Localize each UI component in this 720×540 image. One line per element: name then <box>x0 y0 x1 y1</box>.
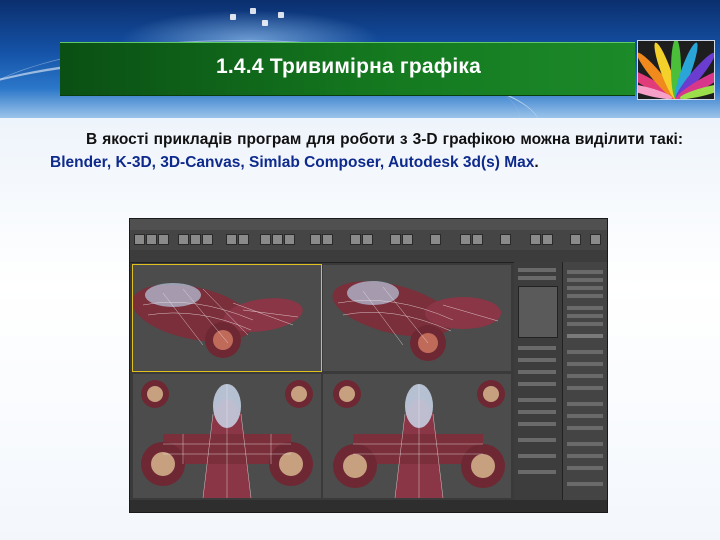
slide-title: 1.4.4 Тривимірна графіка <box>216 55 481 78</box>
viewport-top-left <box>132 264 322 372</box>
app-statusbar <box>130 500 607 512</box>
program-list: Blender, K-3D, 3D-Canvas, Simlab Compose… <box>50 154 535 171</box>
app-menubar <box>130 219 607 230</box>
colorful-feathers-icon <box>637 40 715 100</box>
viewport-bottom-right <box>323 374 511 498</box>
viewport-top-right <box>323 265 511 371</box>
body-paragraph: В якості прикладів програм для роботи з … <box>50 128 683 174</box>
3d-modeling-software-screenshot <box>129 218 608 513</box>
app-toolbar <box>130 230 607 251</box>
viewport-bottom-left <box>133 374 321 498</box>
modifier-panel <box>514 262 563 512</box>
paragraph-end: . <box>534 154 539 171</box>
paragraph-intro: В якості прикладів програм для роботи з … <box>86 131 683 148</box>
